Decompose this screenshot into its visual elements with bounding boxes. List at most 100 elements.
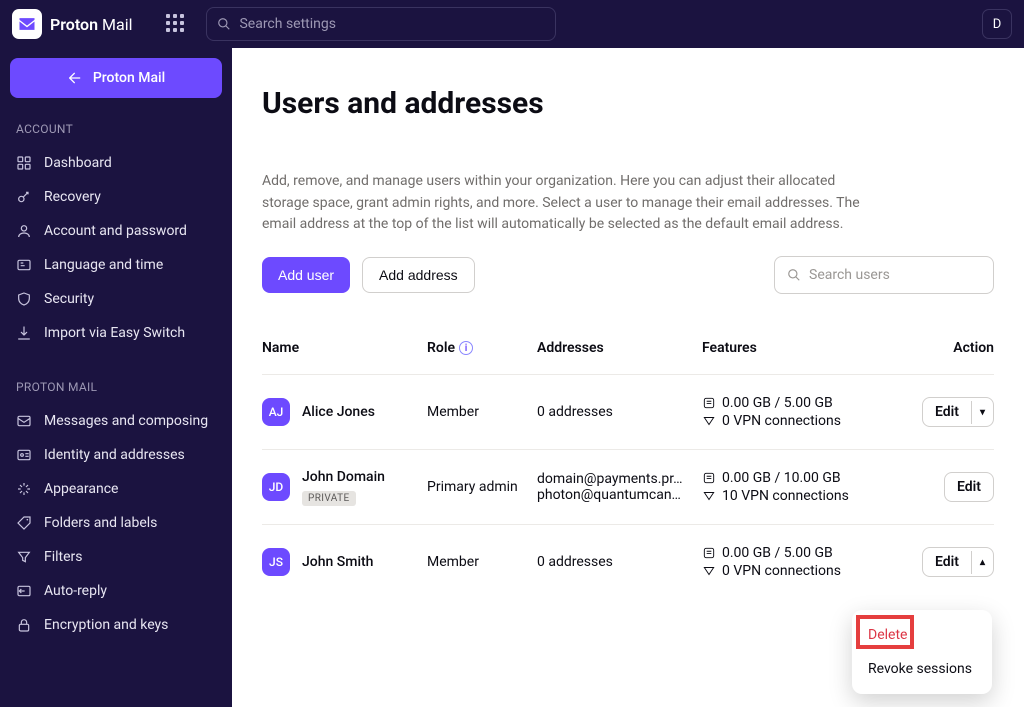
messages-icon: [16, 413, 32, 429]
edit-caret-button[interactable]: ▴: [971, 551, 993, 574]
shield-icon: [16, 291, 32, 307]
table-row[interactable]: JS John Smith Member 0 addresses 0.00 GB…: [262, 525, 994, 599]
col-name: Name: [262, 332, 427, 364]
table-row[interactable]: JD John Domain PRIVATE Primary ad­min do…: [262, 450, 994, 525]
user-features: 0.00 GB / 5.00 GB 0 VPN connections: [702, 543, 872, 581]
apps-grid-icon[interactable]: [166, 14, 186, 34]
identity-icon: [16, 447, 32, 463]
dropdown-item-revoke[interactable]: Revoke sessions: [852, 652, 992, 686]
col-action: Action: [872, 332, 994, 364]
brand-logo-mark: [12, 9, 42, 39]
sidebar-item-account-password[interactable]: Account and password: [10, 214, 222, 248]
edit-button[interactable]: Edit: [944, 472, 994, 502]
user-role: Member: [427, 404, 537, 420]
user-initials-badge: JS: [262, 548, 290, 576]
user-name: John Smith: [302, 554, 373, 570]
sidebar-item-label: Language and time: [44, 257, 163, 273]
storage-icon: [702, 396, 716, 410]
key-icon: [16, 189, 32, 205]
brand-logo[interactable]: Proton Mail: [12, 9, 132, 39]
mail-icon: [17, 14, 37, 34]
top-bar: Proton Mail Search settings D: [0, 0, 1024, 48]
private-badge: PRIVATE: [302, 491, 356, 506]
user-role: Member: [427, 554, 537, 570]
user-addresses: 0 addresses: [537, 404, 702, 420]
user-icon: [16, 223, 32, 239]
edit-button[interactable]: Edit: [923, 398, 971, 426]
vpn-icon: [702, 489, 716, 503]
sidebar-item-import[interactable]: Import via Easy Switch: [10, 316, 222, 350]
add-address-button[interactable]: Add address: [362, 257, 475, 293]
col-features: Features: [702, 332, 872, 364]
user-initials-badge: AJ: [262, 398, 290, 426]
col-addresses: Addresses: [537, 332, 702, 364]
user-avatar[interactable]: D: [982, 9, 1012, 39]
autoreply-icon: [16, 583, 32, 599]
toolbar: Add user Add address Search users: [262, 256, 994, 294]
sidebar-item-label: Security: [44, 291, 94, 307]
user-addresses: 0 addresses: [537, 554, 702, 570]
sidebar-item-dashboard[interactable]: Dashboard: [10, 146, 222, 180]
user-features: 0.00 GB / 5.00 GB 0 VPN connections: [702, 393, 872, 431]
highlight-overlay: [856, 615, 914, 649]
edit-caret-button[interactable]: ▾: [971, 401, 993, 424]
main-content: Users and addresses Add, remove, and man…: [232, 58, 1024, 707]
sidebar-item-label: Appearance: [44, 481, 118, 497]
sidebar-item-label: Recovery: [44, 189, 101, 205]
back-to-mail-button[interactable]: Proton Mail: [10, 58, 222, 98]
sidebar-item-security[interactable]: Security: [10, 282, 222, 316]
search-users-input[interactable]: Search users: [774, 256, 994, 294]
appearance-icon: [16, 481, 32, 497]
brand-name: Proton Mail: [50, 15, 132, 34]
sidebar-item-autoreply[interactable]: Auto-reply: [10, 574, 222, 608]
arrow-left-icon: [67, 70, 83, 86]
sidebar-item-label: Identity and addresses: [44, 447, 185, 463]
sidebar-item-messages[interactable]: Messages and composing: [10, 404, 222, 438]
sidebar-item-label: Import via Easy Switch: [44, 325, 185, 341]
filter-icon: [16, 549, 32, 565]
search-icon: [217, 17, 231, 31]
edit-split-button: Edit ▴: [922, 547, 994, 577]
sidebar-item-label: Messages and composing: [44, 413, 208, 429]
sidebar-item-label: Auto-reply: [44, 583, 107, 599]
edit-button[interactable]: Edit: [923, 548, 971, 576]
sidebar-item-recovery[interactable]: Recovery: [10, 180, 222, 214]
storage-icon: [702, 471, 716, 485]
sidebar-item-label: Folders and labels: [44, 515, 157, 531]
page-title: Users and addresses: [262, 86, 994, 121]
lock-icon: [16, 617, 32, 633]
user-features: 0.00 GB / 10.00 GB 10 VPN connections: [702, 468, 872, 506]
storage-icon: [702, 546, 716, 560]
sidebar-section-protonmail: PROTON MAIL: [10, 374, 222, 404]
sidebar-item-identity[interactable]: Identity and addresses: [10, 438, 222, 472]
page-description: Add, remove, and manage users within you…: [262, 171, 872, 236]
globe-icon: [16, 257, 32, 273]
user-addresses: domain@payments.pr… photon@quantumcan…: [537, 471, 702, 503]
user-role: Primary ad­min: [427, 478, 537, 496]
user-name: Alice Jones: [302, 404, 375, 420]
sidebar-item-filters[interactable]: Filters: [10, 540, 222, 574]
table-row[interactable]: AJ Alice Jones Member 0 addresses 0.00 G…: [262, 375, 994, 450]
tag-icon: [16, 515, 32, 531]
table-header-row: Name Rolei Addresses Features Action: [262, 322, 994, 375]
search-settings-placeholder: Search settings: [239, 16, 336, 32]
sidebar-item-language-time[interactable]: Language and time: [10, 248, 222, 282]
col-role: Rolei: [427, 332, 537, 364]
sidebar-item-folders[interactable]: Folders and labels: [10, 506, 222, 540]
search-settings-input[interactable]: Search settings: [206, 7, 556, 41]
sidebar-section-account: ACCOUNT: [10, 116, 222, 146]
search-icon: [787, 268, 801, 282]
users-table: Name Rolei Addresses Features Action AJ …: [262, 322, 994, 599]
import-icon: [16, 325, 32, 341]
edit-split-button: Edit ▾: [922, 397, 994, 427]
info-icon[interactable]: i: [459, 341, 473, 355]
add-user-button[interactable]: Add user: [262, 257, 350, 293]
sidebar-item-encryption[interactable]: Encryption and keys: [10, 608, 222, 642]
vpn-icon: [702, 414, 716, 428]
user-name: John Domain: [302, 469, 385, 485]
user-initials-badge: JD: [262, 473, 290, 501]
sidebar-item-appearance[interactable]: Appearance: [10, 472, 222, 506]
sidebar-item-label: Dashboard: [44, 155, 112, 171]
sidebar: Proton Mail ACCOUNT Dashboard Recovery A…: [0, 48, 232, 707]
vpn-icon: [702, 564, 716, 578]
